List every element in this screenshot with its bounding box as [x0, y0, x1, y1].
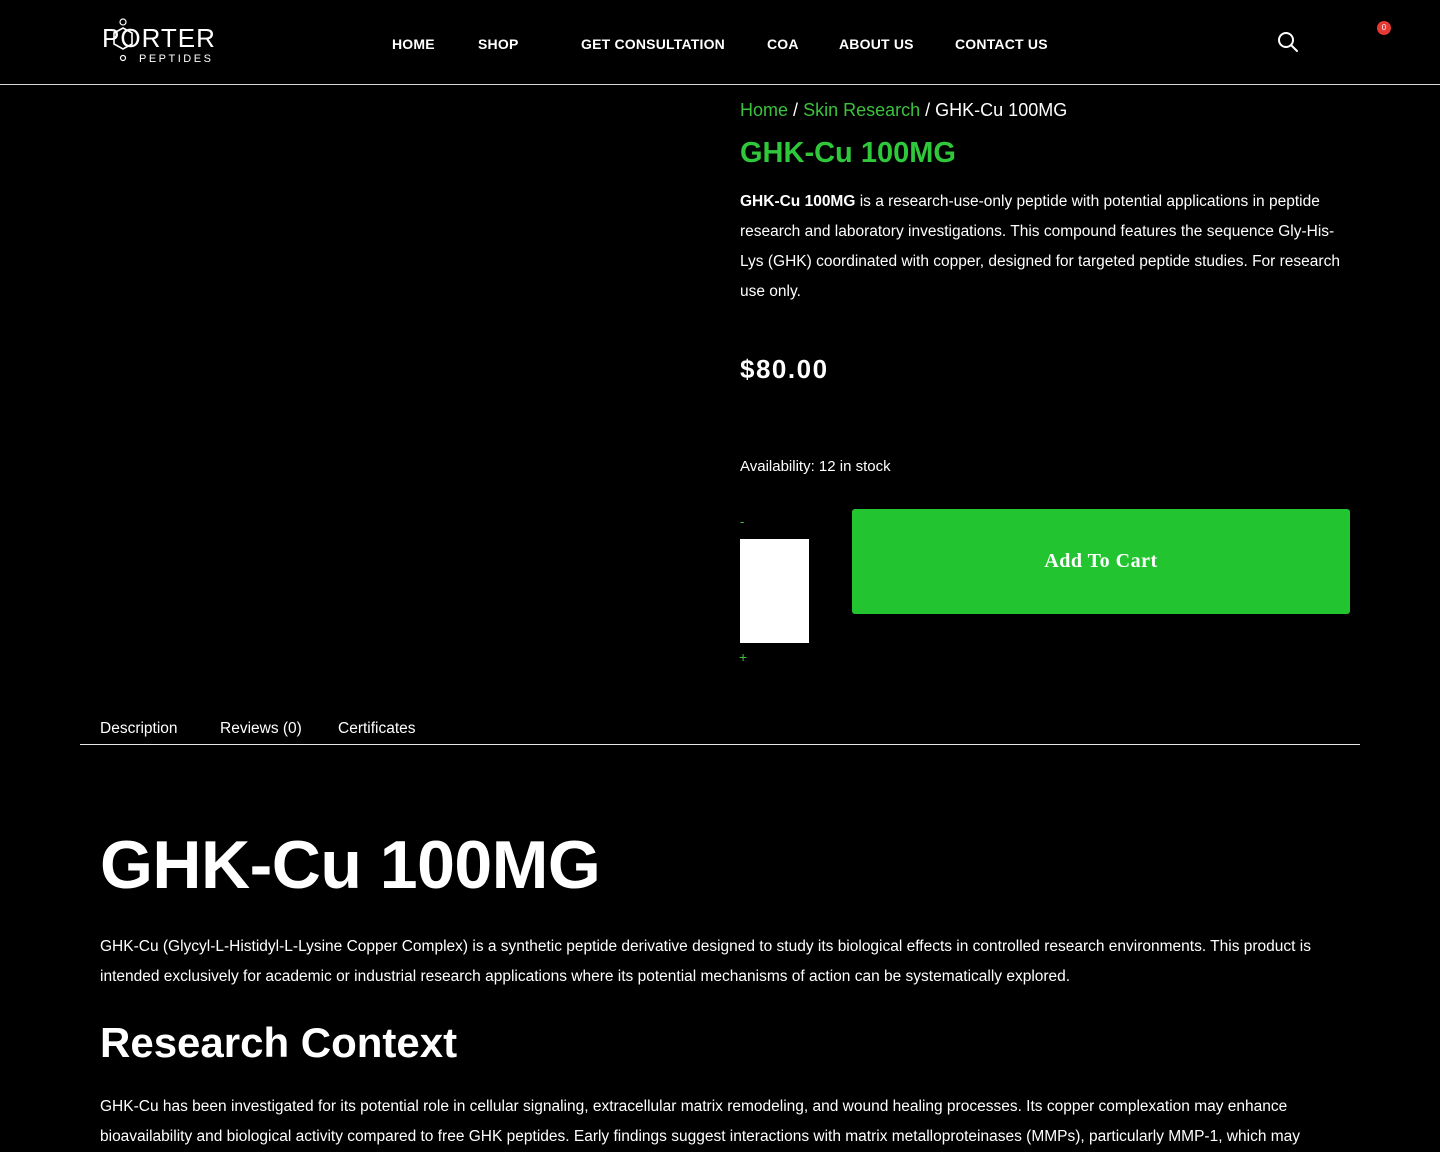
nav-shop[interactable]: SHOP [478, 36, 518, 52]
stock-availability: Availability: 12 in stock [740, 458, 891, 475]
short-description-bold: GHK-Cu 100MG [740, 193, 856, 210]
research-context-text: GHK-Cu has been investigated for its pot… [100, 1098, 1301, 1145]
nav-about-us[interactable]: ABOUT US [839, 36, 914, 52]
breadcrumb-separator: / [793, 100, 799, 120]
breadcrumb-current: GHK-Cu 100MG [935, 100, 1068, 120]
quantity-input[interactable] [740, 539, 809, 643]
breadcrumb-category[interactable]: Skin Research [803, 100, 920, 120]
breadcrumb-separator: / [925, 100, 931, 120]
brand-name: PORTER [102, 23, 216, 53]
nav-contact-us[interactable]: CONTACT US [955, 36, 1048, 52]
product-title: GHK-Cu 100MG [740, 137, 956, 169]
breadcrumb-home[interactable]: Home [740, 100, 788, 120]
search-button[interactable] [1276, 30, 1300, 54]
quantity-increase-button[interactable]: + [739, 649, 747, 665]
product-short-description: GHK-Cu 100MG is a research-use-only pept… [740, 187, 1346, 307]
nav-coa[interactable]: COA [767, 36, 799, 52]
nav-get-consultation[interactable]: GET CONSULTATION [581, 36, 725, 52]
quantity-decrease-button[interactable]: - [740, 514, 744, 529]
research-context-heading: Research Context [100, 1019, 458, 1066]
tab-reviews[interactable]: Reviews (0) [220, 720, 302, 738]
tab-description[interactable]: Description [100, 720, 178, 738]
description-heading: GHK-Cu 100MG [100, 827, 601, 903]
brand-tagline: PEPTIDES [139, 53, 214, 65]
breadcrumb: Home / Skin Research / GHK-Cu 100MG [740, 100, 1067, 121]
product-tabs: Description Reviews (0) Certificates [80, 716, 1360, 745]
description-intro: GHK-Cu (Glycyl-L-Histidyl-L-Lysine Coppe… [100, 938, 1311, 985]
nav-home[interactable]: HOME [392, 36, 435, 52]
cart-count-badge[interactable]: 0 [1377, 21, 1391, 35]
brand-logo[interactable]: PORTER PEPTIDES [102, 16, 218, 70]
site-header: PORTER PEPTIDES HOME SHOP GET CONSULTATI… [0, 0, 1440, 85]
tab-certificates[interactable]: Certificates [338, 720, 416, 738]
product-price: $80.00 [740, 354, 829, 384]
search-icon [1278, 32, 1298, 52]
add-to-cart-button[interactable]: Add To Cart [852, 509, 1350, 614]
